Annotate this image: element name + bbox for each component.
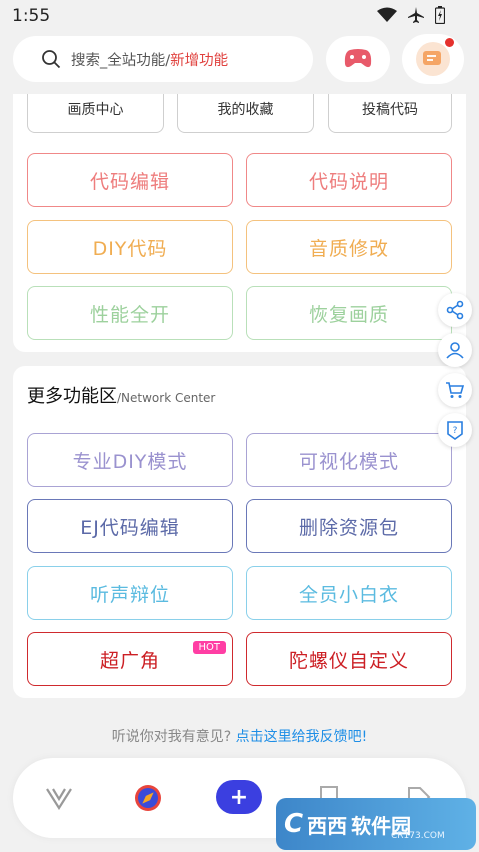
watermark-url: CR173.COM xyxy=(391,831,445,841)
section-subtitle: /Network Center xyxy=(117,391,216,405)
button-label: DIY代码 xyxy=(92,237,168,260)
search-input[interactable]: 搜索_全站功能/新增功能 xyxy=(13,36,313,82)
button-label: 音质修改 xyxy=(308,237,389,260)
battery-icon xyxy=(435,6,445,24)
gamepad-icon xyxy=(344,49,372,68)
button-label: 超广角 xyxy=(99,649,160,672)
diy-code-button[interactable]: DIY代码 xyxy=(27,220,233,274)
button-label: 删除资源包 xyxy=(298,516,399,539)
help-button[interactable]: ? xyxy=(438,413,472,447)
status-icons xyxy=(377,6,445,24)
feedback-text: 听说你对我有意见? xyxy=(111,729,236,745)
delete-resource-button[interactable]: 删除资源包 xyxy=(246,499,452,553)
plus-icon: + xyxy=(229,784,249,810)
watermark-brand: 西西 xyxy=(307,813,348,838)
more-features-card: 更多功能区/Network Center 专业DIY模式 可视化模式 EJ代码编… xyxy=(13,366,466,698)
share-icon xyxy=(446,300,464,320)
button-label: 专业DIY模式 xyxy=(72,450,188,473)
v-logo-icon xyxy=(46,788,72,810)
white-outfit-button[interactable]: 全员小白衣 xyxy=(246,566,452,620)
tab-favorites[interactable]: 我的收藏 xyxy=(177,94,314,133)
plus-button[interactable]: + xyxy=(216,780,262,814)
section-title: 更多功能区/Network Center xyxy=(27,382,215,408)
share-button[interactable] xyxy=(438,293,472,327)
cart-button[interactable] xyxy=(438,373,472,407)
wide-angle-button[interactable]: 超广角 HOT xyxy=(27,632,233,686)
sound-locate-button[interactable]: 听声辩位 xyxy=(27,566,233,620)
status-bar: 1:55 xyxy=(0,0,479,34)
game-button[interactable] xyxy=(326,36,390,82)
button-label: 全员小白衣 xyxy=(298,583,399,606)
search-placeholder-text: 搜索_全站功能/ xyxy=(71,52,171,69)
airplane-icon xyxy=(408,7,424,23)
tab-label: 画质中心 xyxy=(67,101,124,118)
tab-label: 投稿代码 xyxy=(362,101,418,118)
hot-badge: HOT xyxy=(192,641,226,654)
message-icon xyxy=(423,51,441,65)
user-button[interactable] xyxy=(438,333,472,367)
tab-submit-code[interactable]: 投稿代码 xyxy=(328,94,452,133)
button-label: 性能全开 xyxy=(89,303,170,326)
performance-button[interactable]: 性能全开 xyxy=(27,286,233,340)
feedback-line: 听说你对我有意见? 点击这里给我反馈吧! xyxy=(0,726,479,746)
ej-code-edit-button[interactable]: EJ代码编辑 xyxy=(27,499,233,553)
section-title-text: 更多功能区 xyxy=(27,386,117,407)
nav-home[interactable] xyxy=(41,780,77,816)
button-label: 听声辩位 xyxy=(89,583,170,606)
audio-modify-button[interactable]: 音质修改 xyxy=(246,220,452,274)
avatar xyxy=(416,38,454,76)
button-label: 代码编辑 xyxy=(89,170,170,193)
search-accent-text: 新增功能 xyxy=(170,52,229,69)
watermark-badge: C 西西 软件园 CR173.COM xyxy=(276,798,476,850)
button-label: 陀螺仪自定义 xyxy=(288,649,409,672)
button-label: EJ代码编辑 xyxy=(80,516,180,539)
compass-icon xyxy=(135,785,161,811)
wifi-icon xyxy=(377,7,397,22)
watermark-logo: C xyxy=(284,809,304,839)
restore-quality-button[interactable]: 恢复画质 xyxy=(246,286,452,340)
button-label: 可视化模式 xyxy=(298,450,399,473)
code-explain-button[interactable]: 代码说明 xyxy=(246,153,452,207)
svg-text:?: ? xyxy=(453,426,458,436)
tab-label: 我的收藏 xyxy=(217,101,274,118)
button-label: 恢复画质 xyxy=(308,303,389,326)
code-edit-button[interactable]: 代码编辑 xyxy=(27,153,233,207)
avatar-button[interactable] xyxy=(402,34,464,84)
notification-dot xyxy=(445,38,454,47)
nav-discover[interactable] xyxy=(130,780,166,816)
cart-icon xyxy=(446,382,465,398)
feedback-link[interactable]: 点击这里给我反馈吧! xyxy=(236,729,368,745)
help-icon: ? xyxy=(447,421,463,440)
button-label: 代码说明 xyxy=(308,170,389,193)
search-icon xyxy=(42,50,61,69)
status-time: 1:55 xyxy=(12,6,51,26)
pro-diy-button[interactable]: 专业DIY模式 xyxy=(27,433,233,487)
tab-quality-center[interactable]: 画质中心 xyxy=(27,94,164,133)
feature-card: 画质中心 我的收藏 投稿代码 代码编辑 代码说明 DIY代码 音质修改 性能全开… xyxy=(13,94,466,352)
gyro-custom-button[interactable]: 陀螺仪自定义 xyxy=(246,632,452,686)
user-icon xyxy=(446,342,464,359)
search-placeholder: 搜索_全站功能/新增功能 xyxy=(71,49,228,70)
visual-mode-button[interactable]: 可视化模式 xyxy=(246,433,452,487)
